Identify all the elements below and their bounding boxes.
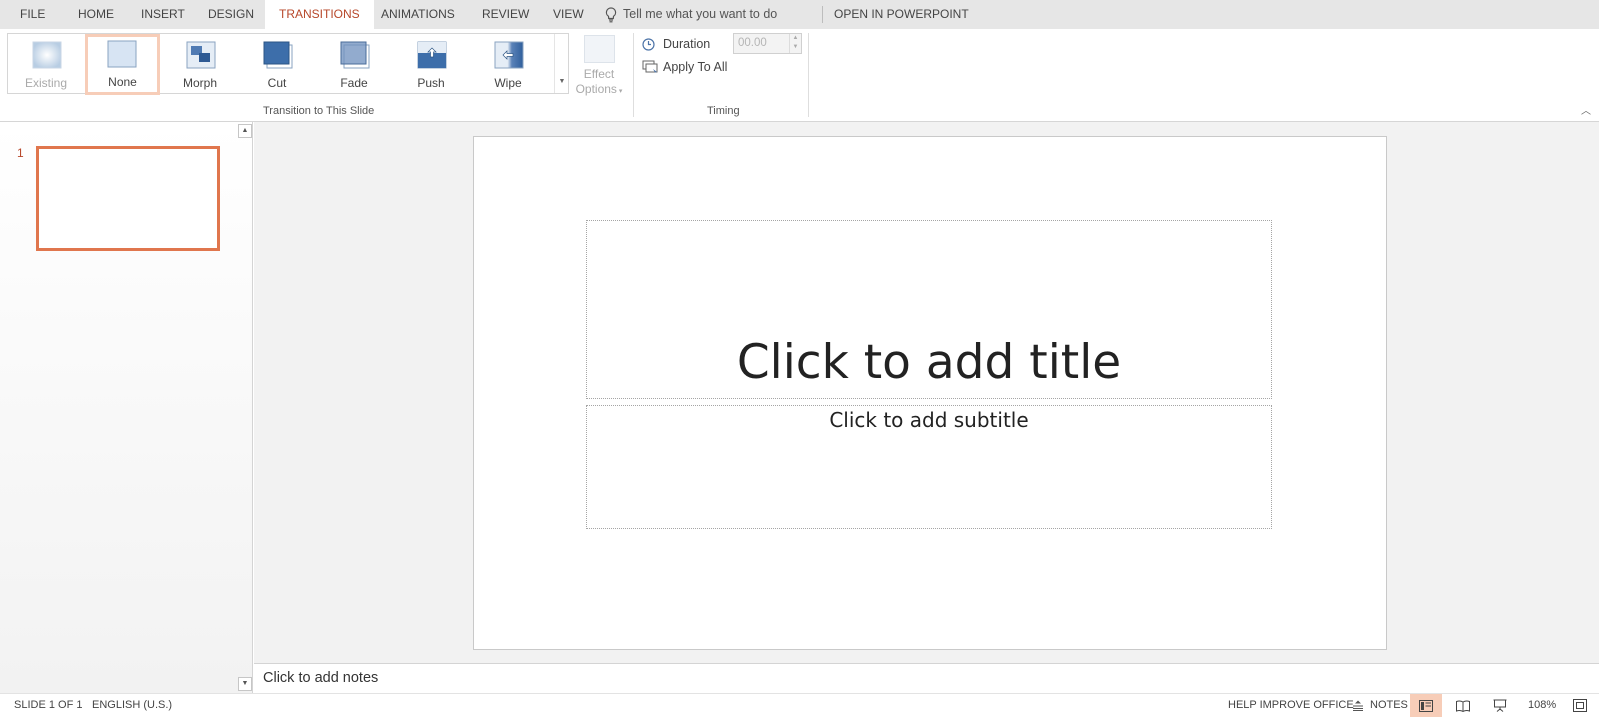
push-transition-icon <box>417 41 447 69</box>
tab-home[interactable]: HOME <box>64 0 128 29</box>
duration-value: 00.00 <box>738 37 767 49</box>
apply-to-all-icon <box>642 60 658 73</box>
slide-count: SLIDE 1 OF 1 <box>14 699 83 711</box>
transition-label: Morph <box>182 76 217 90</box>
transition-cut[interactable]: Cut <box>241 36 313 93</box>
gallery-more-button[interactable]: ▼ <box>554 34 569 93</box>
fit-to-window-button[interactable] <box>1564 694 1596 717</box>
tell-me-text: Tell me what you want to do <box>623 7 778 21</box>
effect-options-label-1: Effect <box>583 67 615 81</box>
open-in-powerpoint-link[interactable]: OPEN IN POWERPOINT <box>820 0 983 29</box>
transition-label: Existing <box>24 76 68 90</box>
normal-view-icon <box>1419 699 1433 712</box>
transition-wipe[interactable]: Wipe <box>472 36 544 93</box>
duration-input[interactable]: 00.00 ▲ ▼ <box>733 33 802 54</box>
group-label-transition: Transition to This Slide <box>263 105 375 117</box>
group-label-timing: Timing <box>707 105 740 117</box>
ribbon-tab-bar: FILE HOME INSERT DESIGN TRANSITIONS ANIM… <box>0 0 1599 29</box>
slide-show-button[interactable] <box>1484 694 1516 717</box>
transition-label: Fade <box>340 76 368 90</box>
slide-thumbnails-pane: 1 ▲ ▼ <box>0 122 253 693</box>
transition-none[interactable]: None <box>85 34 160 95</box>
slide-show-icon <box>1493 699 1507 712</box>
fit-to-window-icon <box>1573 699 1587 712</box>
tab-file[interactable]: FILE <box>6 0 59 29</box>
notes-label: NOTES <box>1370 699 1408 711</box>
ribbon-panel: Existing None Morph Cut Fade Push Wipe ▼… <box>0 29 1599 122</box>
spin-up-icon: ▲ <box>792 35 799 41</box>
collapse-ribbon-icon[interactable]: ︿ <box>1581 102 1591 117</box>
title-placeholder[interactable]: Click to add title <box>586 220 1272 399</box>
chevron-down-icon: ▼ <box>558 78 566 85</box>
group-divider <box>808 33 809 117</box>
scroll-up-button[interactable]: ▲ <box>238 124 252 138</box>
zoom-level[interactable]: 108% <box>1528 694 1556 717</box>
duration-spinner[interactable]: ▲ ▼ <box>789 34 801 53</box>
tab-insert[interactable]: INSERT <box>127 0 199 29</box>
clock-icon <box>642 37 655 51</box>
effect-options-button[interactable]: Effect Options ▾ <box>570 35 628 99</box>
subtitle-placeholder[interactable]: Click to add subtitle <box>586 405 1272 529</box>
slide-editing-area: Click to add title Click to add subtitle <box>254 122 1599 663</box>
tell-me-search[interactable]: Tell me what you want to do <box>605 0 777 29</box>
spin-down-icon: ▼ <box>792 44 799 50</box>
transition-label: Push <box>417 76 445 90</box>
transition-label: None <box>108 75 137 89</box>
chevron-down-icon: ▾ <box>616 88 623 95</box>
lightbulb-icon <box>605 6 617 22</box>
slide-thumbnail[interactable] <box>36 146 220 251</box>
notes-icon <box>1353 700 1363 711</box>
reading-view-icon <box>1456 700 1470 712</box>
transition-existing[interactable]: Existing <box>10 36 82 93</box>
slide-canvas[interactable]: Click to add title Click to add subtitle <box>473 136 1387 650</box>
apply-to-all-button[interactable]: Apply To All <box>642 60 727 74</box>
cut-transition-icon <box>263 41 293 69</box>
help-improve-office-link[interactable]: HELP IMPROVE OFFICE <box>1228 694 1354 717</box>
effect-options-label-2: Options <box>575 82 617 96</box>
tab-animations[interactable]: ANIMATIONS <box>367 0 469 29</box>
effect-options-icon <box>583 35 615 63</box>
transition-morph[interactable]: Morph <box>164 36 236 93</box>
chevron-down-icon: ▼ <box>241 680 249 687</box>
transition-gallery: Existing None Morph Cut Fade Push Wipe ▼ <box>7 33 569 95</box>
transition-label: Wipe <box>494 76 522 90</box>
tab-design[interactable]: DESIGN <box>194 0 268 29</box>
tab-review[interactable]: REVIEW <box>468 0 543 29</box>
language-indicator[interactable]: ENGLISH (U.S.) <box>92 694 172 717</box>
transition-fade[interactable]: Fade <box>318 36 390 93</box>
chevron-up-icon: ▲ <box>241 127 249 134</box>
duration-row: Duration <box>642 37 710 51</box>
title-placeholder-text: Click to add title <box>736 335 1122 390</box>
notes-placeholder: Click to add notes <box>263 670 379 686</box>
status-bar: SLIDE 1 OF 1 ENGLISH (U.S.) HELP IMPROVE… <box>0 693 1599 717</box>
morph-transition-icon <box>186 41 216 69</box>
group-divider <box>633 33 634 117</box>
tab-transitions[interactable]: TRANSITIONS <box>265 0 374 29</box>
scroll-down-button[interactable]: ▼ <box>238 677 252 691</box>
none-transition-icon <box>107 40 137 68</box>
normal-view-button[interactable] <box>1410 694 1442 717</box>
subtitle-placeholder-text: Click to add subtitle <box>829 408 1029 432</box>
existing-transition-icon <box>32 41 62 69</box>
reading-view-button[interactable] <box>1447 694 1479 717</box>
transition-label: Cut <box>267 76 287 90</box>
tab-view[interactable]: VIEW <box>539 0 598 29</box>
wipe-transition-icon <box>494 41 524 69</box>
fade-transition-icon <box>340 41 370 69</box>
notes-toggle-button[interactable]: NOTES <box>1352 694 1408 717</box>
apply-to-all-label: Apply To All <box>663 60 728 74</box>
duration-label: Duration <box>663 37 711 51</box>
slide-number: 1 <box>17 146 24 160</box>
notes-pane[interactable]: Click to add notes <box>254 663 1599 693</box>
transition-push[interactable]: Push <box>395 36 467 93</box>
